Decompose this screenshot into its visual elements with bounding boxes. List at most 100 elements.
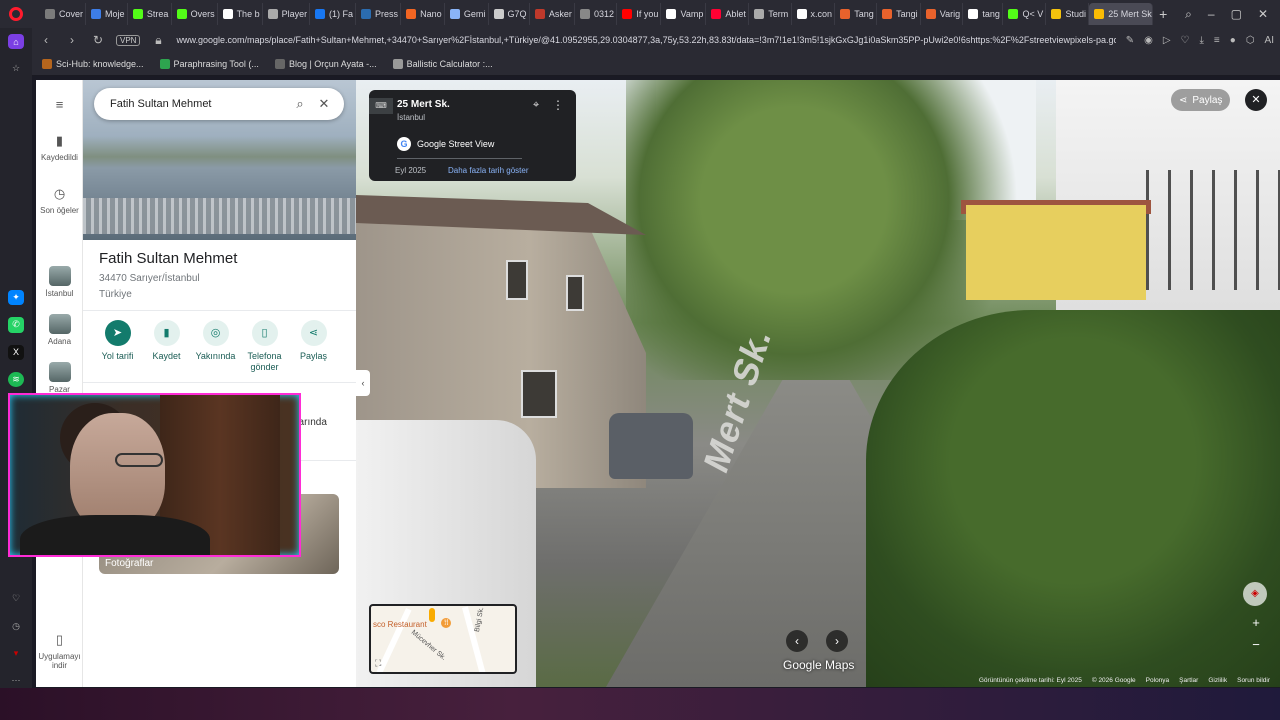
browser-tab[interactable]: Press [356,3,402,25]
search-icon[interactable]: ⌕ [288,96,312,112]
rail-recent-adana[interactable]: Adana [36,314,83,346]
country-link[interactable]: Polonya [1146,677,1170,687]
vpn-badge[interactable]: VPN [116,34,141,46]
minimap[interactable]: sco Restaurant Bilgi Sk. Mücevher Sk. 🍴︎… [369,604,517,674]
action-directions[interactable]: ➤ Yol tarifi [93,320,142,373]
heart-icon[interactable]: ♡ [8,591,24,606]
ublock-icon[interactable]: ▾ [8,646,24,661]
browser-tab[interactable]: 25 Mert Sk [1089,3,1154,25]
rail-recent-pazar[interactable]: Pazar [36,362,83,394]
share-button[interactable]: ⋖ Paylaş [1171,89,1231,111]
rail-recent-istanbul[interactable]: İstanbul [36,266,83,298]
browser-tab[interactable]: 0312 [575,3,618,25]
browser-tab[interactable]: x.con [792,3,836,25]
back-button[interactable]: ‹ [38,33,54,47]
rail-saved[interactable]: ▮ Kaydedildi [36,133,83,162]
browser-tab[interactable]: Vamp [661,3,707,25]
browser-tab[interactable]: Ablet [706,3,750,25]
rail-get-app[interactable]: ▯ Uygulamayı indir [36,632,83,670]
close-street-view-button[interactable]: ✕ [1245,89,1267,111]
new-tab-button[interactable]: + [1153,6,1173,22]
play-icon[interactable]: ▷ [1163,35,1171,46]
browser-tab[interactable]: Cover [40,3,86,25]
bookmark-item[interactable]: Sci-Hub: knowledge... [42,58,144,69]
action-nearby[interactable]: ◎ Yakınında [191,320,240,373]
restaurant-icon[interactable]: 🍴︎ [441,618,451,628]
compass-icon[interactable]: ◈ [1243,582,1267,606]
profile-icon[interactable]: ● [1230,35,1236,46]
action-bookmark[interactable]: ▮ Kaydet [142,320,191,373]
spotify-icon[interactable]: ≋ [8,371,24,387]
keyboard-icon[interactable]: ⌨ [369,98,393,114]
street-view[interactable]: Mert Sk. ⌨ 25 Mert Sk. İstanbul ⌖ ⋮ G Go… [356,80,1280,687]
browser-tab[interactable]: Strea [128,3,172,25]
browser-tab[interactable]: The b [218,3,263,25]
ai-button[interactable]: AI [1265,35,1274,46]
zoom-in-button[interactable]: + [1247,615,1265,631]
tab-label: Moje [105,9,125,19]
browser-tab[interactable]: Player [263,3,311,25]
browser-tab[interactable]: Asker [530,3,575,25]
bookmark-item[interactable]: Blog | Orçun Ayata -... [274,58,377,69]
bookmark-item[interactable]: Ballistic Calculator :... [392,58,493,69]
browser-tab[interactable]: G7Q [489,3,530,25]
favicon-icon [159,58,170,69]
more-dates-link[interactable]: Daha fazla tarih göster [448,166,529,175]
opera-logo-icon[interactable] [0,0,32,28]
browser-tab[interactable]: Studi [1046,3,1090,25]
browser-tab[interactable]: Overs [172,3,218,25]
bookmark-item[interactable]: Paraphrasing Tool (... [159,58,259,69]
browser-tab[interactable]: Term [749,3,792,25]
messenger-icon[interactable]: ✦ [8,290,24,306]
browser-tab[interactable]: Gemi [445,3,489,25]
x-icon[interactable]: X [8,344,24,360]
previous-arrow-icon[interactable]: ‹ [786,630,808,652]
zoom-out-button[interactable]: − [1247,637,1265,653]
lock-icon[interactable]: 🔒︎ [150,33,166,48]
browser-tab[interactable]: (1) Fa [310,3,357,25]
search-input[interactable]: Fatih Sultan Mehmet [110,98,288,110]
forward-button[interactable]: › [64,33,80,47]
pin-icon[interactable]: ⌖ [533,99,539,112]
rail-recent[interactable]: ◷ Son öğeler [36,186,83,215]
browser-tab[interactable]: Tang [835,3,878,25]
hamburger-menu[interactable]: ≡ [36,96,83,116]
privacy-link[interactable]: Gizlilik [1208,677,1227,687]
heart-icon[interactable]: ♡ [1181,35,1190,46]
browser-tab[interactable]: Q< V [1003,3,1047,25]
browser-tab[interactable]: Varig [921,3,964,25]
browser-tab[interactable]: Nano [401,3,445,25]
more-options-icon[interactable]: ⋮ [552,98,564,112]
browser-tab[interactable]: Moje [86,3,128,25]
report-link[interactable]: Sorun bildir [1237,677,1270,687]
star-icon[interactable]: ☆ [8,61,24,76]
expand-icon[interactable]: ⛶ [375,658,381,669]
reload-button[interactable]: ↻ [90,33,106,47]
whatsapp-icon[interactable]: ✆ [8,317,24,333]
menu-icon[interactable]: ≡ [1214,35,1220,46]
close-icon[interactable]: ✕ [312,96,336,112]
browser-tab[interactable]: tang [963,3,1004,25]
tab-label: Cover [59,9,84,19]
collapse-panel-button[interactable]: ‹ [356,370,370,396]
maximize-button[interactable]: ▢ [1231,7,1242,22]
edit-icon[interactable]: ✎ [1126,35,1134,46]
minimize-button[interactable]: – [1208,7,1215,22]
download-icon[interactable]: ⤓ [1200,35,1204,46]
terms-link[interactable]: Şartlar [1179,677,1198,687]
action-share[interactable]: ⋖ Paylaş [289,320,338,373]
browser-tab[interactable]: If you [617,3,662,25]
action-send-to-phone[interactable]: ▯ Telefona gönder [240,320,289,373]
more-icon[interactable]: ⋯ [8,673,24,688]
search-tabs-icon[interactable]: ⌕ [1185,7,1192,22]
search-box[interactable]: Fatih Sultan Mehmet ⌕ ✕ [94,88,344,120]
next-arrow-icon[interactable]: › [826,630,848,652]
browser-tab[interactable]: Tangi [877,3,921,25]
pegman-icon[interactable] [429,608,435,622]
close-window-button[interactable]: ✕ [1258,7,1268,22]
url-field[interactable]: www.google.com/maps/place/Fatih+Sultan+M… [176,35,1115,45]
history-icon[interactable]: ◷ [8,618,24,633]
camera-icon[interactable]: ◉ [1144,35,1153,46]
home-icon[interactable]: ⌂ [8,34,24,50]
extension-icon[interactable]: ⬡ [1246,35,1255,46]
